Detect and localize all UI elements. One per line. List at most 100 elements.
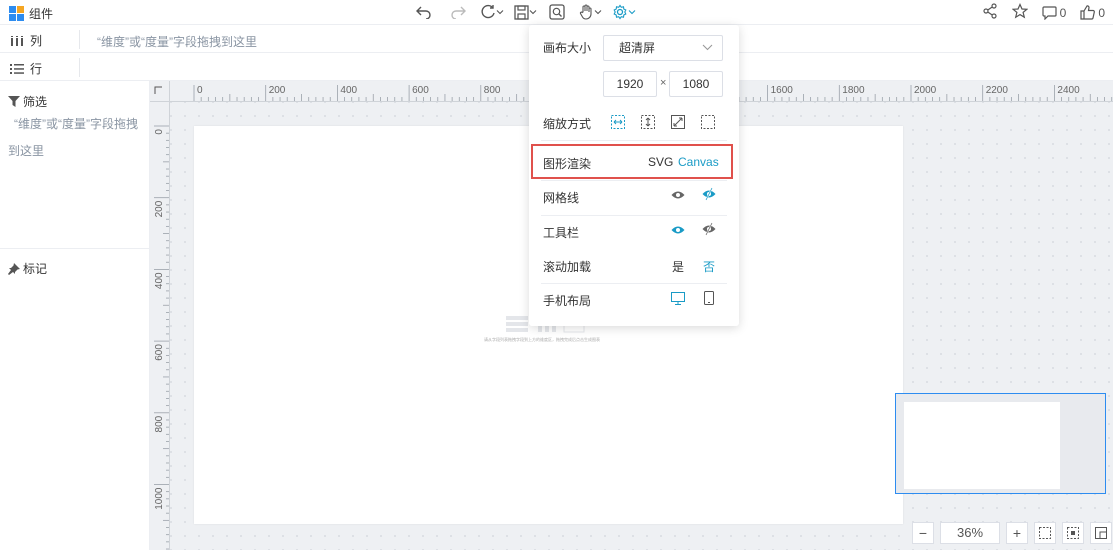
like-button[interactable]: 0 xyxy=(1080,5,1105,20)
left-panel: 筛选 “维度”或“度量”字段拖拽到这里 标记 xyxy=(0,81,150,550)
fit-height-icon[interactable] xyxy=(641,115,655,129)
filter-title: 筛选 xyxy=(8,93,47,110)
filter-drop-zone[interactable]: “维度”或“度量”字段拖拽到这里 xyxy=(8,111,138,165)
toolbar-label: 工具栏 xyxy=(543,226,580,240)
share-icon[interactable] xyxy=(982,3,998,22)
vertical-ruler: 0 200 400 600 800 1000 xyxy=(150,102,170,550)
no-scale-icon[interactable] xyxy=(701,115,715,129)
chevron-down-icon xyxy=(594,10,602,15)
times-sign: × xyxy=(660,77,667,89)
toolbar-row: 工具栏 xyxy=(543,224,727,241)
columns-shelf-label: 列 xyxy=(10,32,42,49)
fit-width-icon[interactable] xyxy=(611,115,625,129)
dropdown-divider xyxy=(541,215,727,216)
zoom-mode-label: 缩放方式 xyxy=(543,117,592,131)
components-label: 组件 xyxy=(29,7,54,21)
ruler-label: 600 xyxy=(412,85,429,96)
empty-state-text: 请从字段列表拖拽字段到上方的维度区，拖拽完成后点击生成图表 xyxy=(484,337,600,342)
right-tools: 0 0 xyxy=(982,3,1105,22)
like-count: 0 xyxy=(1098,5,1105,20)
zoom-mode-options xyxy=(611,115,715,129)
fit-full-icon[interactable] xyxy=(671,115,685,129)
scroll-load-no-option[interactable]: 否 xyxy=(703,258,715,275)
zoom-bar: − 36% + xyxy=(912,521,1112,545)
redo-icon[interactable] xyxy=(446,2,470,22)
ruler-label: 600 xyxy=(154,344,165,361)
ruler-label: 1600 xyxy=(771,85,794,96)
ruler-label: 1000 xyxy=(154,487,165,510)
ruler-label: 2000 xyxy=(914,85,937,96)
comment-count: 0 xyxy=(1059,5,1067,20)
toolbar-hide-eye-icon[interactable] xyxy=(702,222,716,239)
grid-label: 网格线 xyxy=(543,191,580,205)
grid-show-eye-icon[interactable] xyxy=(671,189,685,203)
ruler-label: 1800 xyxy=(842,85,865,96)
zoom-out-button[interactable]: − xyxy=(912,522,934,544)
scroll-load-label: 滚动加载 xyxy=(543,260,592,274)
desktop-icon[interactable] xyxy=(671,292,685,308)
chevron-down-icon xyxy=(529,10,537,15)
hand-pan-icon[interactable] xyxy=(579,2,602,22)
undo-icon[interactable] xyxy=(412,2,436,22)
thumbs-up-icon xyxy=(1080,5,1096,20)
main-toolbar xyxy=(412,2,636,22)
toolbar-show-eye-icon[interactable] xyxy=(671,224,685,238)
pin-icon xyxy=(8,262,20,275)
panel-divider xyxy=(0,248,149,249)
ruler-label: 400 xyxy=(340,85,357,96)
ruler-label: 800 xyxy=(154,415,165,432)
actual-size-icon[interactable] xyxy=(1062,522,1084,544)
minimap[interactable] xyxy=(895,393,1106,494)
top-bar: 组件 0 0 xyxy=(0,0,1113,25)
columns-drop-hint: “维度”或“度量”字段拖拽到这里 xyxy=(97,35,257,49)
ruler-label: 800 xyxy=(484,85,501,96)
minimap-toggle-icon[interactable] xyxy=(1090,522,1112,544)
filter-icon xyxy=(8,96,20,107)
preview-icon[interactable] xyxy=(549,2,565,22)
columns-icon xyxy=(11,35,23,46)
mobile-layout-label: 手机布局 xyxy=(543,294,592,308)
fit-screen-icon[interactable] xyxy=(1034,522,1056,544)
dropdown-divider xyxy=(541,140,727,141)
chevron-down-icon xyxy=(496,10,504,15)
shelf-separator xyxy=(79,58,80,77)
minimap-page xyxy=(904,402,1060,489)
chevron-down-icon xyxy=(628,10,636,15)
favorite-star-icon[interactable] xyxy=(1011,3,1028,22)
shelf-separator xyxy=(79,30,80,49)
scroll-load-yes-option[interactable]: 是 xyxy=(672,258,684,275)
grid-hide-eye-icon[interactable] xyxy=(702,187,716,204)
canvas-width-input[interactable]: 1920 xyxy=(603,71,657,97)
rows-shelf-label: 行 xyxy=(10,60,42,77)
refresh-icon[interactable] xyxy=(480,2,504,22)
ruler-label: 200 xyxy=(154,200,165,217)
mobile-layout-row: 手机布局 xyxy=(543,292,727,309)
chevron-down-icon xyxy=(702,44,713,51)
ruler-label: 2400 xyxy=(1057,85,1080,96)
scroll-load-row: 滚动加载 xyxy=(543,258,727,275)
canvas-size-label: 画布大小 xyxy=(543,41,592,55)
comment-button[interactable]: 0 xyxy=(1042,5,1067,20)
render-mode-highlight xyxy=(531,144,733,179)
canvas-size-select[interactable]: 超清屏 xyxy=(603,35,723,61)
canvas-height-input[interactable]: 1080 xyxy=(669,71,723,97)
grid-row: 网格线 xyxy=(543,189,727,206)
dropdown-divider xyxy=(541,180,727,181)
zoom-level[interactable]: 36% xyxy=(940,522,1000,544)
rows-icon xyxy=(10,63,24,74)
ruler-label: 2200 xyxy=(986,85,1009,96)
ruler-label: 200 xyxy=(269,85,286,96)
mobile-phone-icon[interactable] xyxy=(704,291,714,308)
comment-icon xyxy=(1042,5,1057,20)
ruler-corner xyxy=(150,81,170,102)
ruler-label: 0 xyxy=(154,129,165,135)
components-button[interactable]: 组件 xyxy=(9,5,53,22)
zoom-in-button[interactable]: + xyxy=(1006,522,1028,544)
ruler-label: 400 xyxy=(154,272,165,289)
dropdown-divider xyxy=(541,283,727,284)
marks-title: 标记 xyxy=(8,260,47,277)
settings-gear-icon[interactable] xyxy=(612,2,636,22)
save-icon[interactable] xyxy=(514,2,537,22)
ruler-label: 0 xyxy=(197,85,203,96)
components-icon xyxy=(9,6,24,21)
